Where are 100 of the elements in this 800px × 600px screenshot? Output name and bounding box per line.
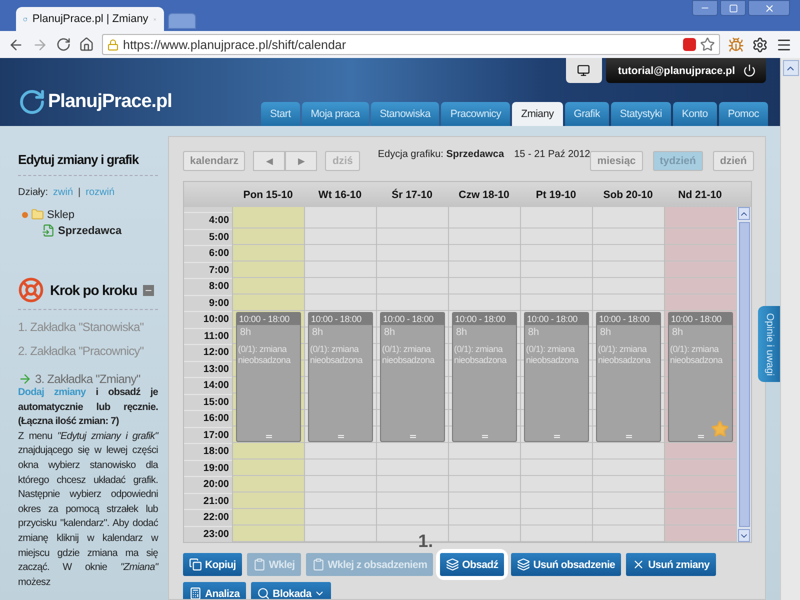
shift-block[interactable]: 10:00 - 18:00 8h (0/1): zmiana nieobsadzona [236,312,301,442]
feedback-tab[interactable]: Opinie i uwagi [758,306,780,382]
page-arrow-icon [42,224,55,237]
previous-button[interactable]: ◀ [253,151,286,171]
shift-time: 10:00 - 18:00 [309,313,372,325]
shift-status: (0/1): zmiana nieobsadzona [381,343,436,366]
browser-tab[interactable]: PlanujPrace.pl | Zmiany [16,7,164,31]
day-header: Pon 15-10 [242,188,294,202]
step-title: 3. Zakładka "Zmiany" [35,372,140,386]
resize-handle[interactable] [698,435,704,438]
resize-handle[interactable] [410,435,416,438]
shift-status: (0/1): zmiana nieobsadzona [309,343,364,366]
shift-status: (0/1): zmiana nieobsadzona [237,343,292,366]
shift-block[interactable]: 10:00 - 18:00 8h (0/1): zmiana nieobsadzona [452,312,517,442]
day-column[interactable]: 10:00 - 18:00 8h (0/1): zmiana nieobsadzona [448,207,520,542]
action-button[interactable]: Obsadź [440,553,504,576]
search-icon [256,587,270,599]
calculator-icon [189,587,202,599]
shift-block[interactable]: 10:00 - 18:00 8h (0/1): zmiana nieobsadzona [668,312,733,442]
shift-duration: 8h [599,326,612,338]
nav-tab[interactable]: Start [261,102,300,126]
layers-icon [446,558,460,571]
display-button[interactable] [566,58,602,83]
address-field[interactable]: https://www.planujprace.pl/shift/calendar [102,34,720,55]
new-tab-button[interactable] [168,13,196,29]
nav-tab[interactable]: Konto [672,102,717,126]
calendar-scrollbar[interactable] [736,207,751,542]
day-column[interactable]: 10:00 - 18:00 8h (0/1): zmiana nieobsadzona [664,207,736,542]
shift-duration: 8h [239,326,252,338]
day-header: Pt 19-10 [534,188,578,202]
view-button[interactable]: miesiąc [590,151,643,171]
day-column[interactable]: 10:00 - 18:00 8h (0/1): zmiana nieobsadzona [232,207,304,542]
resize-handle[interactable] [626,435,632,438]
menu-icon[interactable] [776,36,792,52]
action-button[interactable]: Blokada [250,582,332,599]
lifebuoy-icon [18,277,44,303]
action-button[interactable]: Usuń zmiany [626,553,716,576]
step-description: Z menu "Edytuj zmiany i grafik" znajdującego się w lewej części okna wybierz stanowisko dla którego chcesz układać grafik. Następnie wybierz odpowiedni okres za pomocą strzałek lub przycisku "kalendarz". Aby dodać zmianę kliknij w kalendarz w miejscu gdzie zmiana ma się zacząć. W oknie "Zmiana" możesz [18,430,158,590]
sidebar-title: Edytuj zmiany i grafik [18,152,158,176]
back-icon[interactable] [8,36,24,52]
nav-tab[interactable]: Statystyki [610,102,671,126]
step-title: 2. Zakładka "Pracownicy" [18,344,144,358]
close-button[interactable] [748,0,790,16]
nav-tab[interactable]: Grafik [564,102,609,126]
action-button[interactable]: Analiza [183,582,246,599]
shift-time: 10:00 - 18:00 [525,313,588,325]
nav-tab[interactable]: Pracownicy [441,102,510,126]
tree-item[interactable]: Sklep [47,208,75,220]
shift-duration: 8h [671,326,684,338]
day-column[interactable]: 10:00 - 18:00 8h (0/1): zmiana nieobsadzona [592,207,664,542]
bug-icon[interactable] [728,36,744,52]
day-column[interactable]: 10:00 - 18:00 8h (0/1): zmiana nieobsadzona [304,207,376,542]
resize-handle[interactable] [338,435,344,438]
close-icon [764,2,774,14]
shift-block[interactable]: 10:00 - 18:00 8h (0/1): zmiana nieobsadzona [308,312,373,442]
step-title: 1. Zakładka "Stanowiska" [18,320,144,334]
nav-tab[interactable]: Pomoc [718,102,768,126]
forward-icon[interactable] [32,36,48,52]
shift-block[interactable]: 10:00 - 18:00 8h (0/1): zmiana nieobsadzona [380,312,445,442]
shift-duration: 8h [527,326,540,338]
power-icon[interactable] [743,64,756,77]
layers-icon [517,558,530,571]
collapse-icon[interactable] [143,284,154,296]
shift-block[interactable]: 10:00 - 18:00 8h (0/1): zmiana nieobsadzona [524,312,589,442]
shift-time: 10:00 - 18:00 [453,313,516,325]
settings-icon[interactable] [752,36,768,52]
expand-dot-icon[interactable] [22,212,28,218]
tree-toggle-link[interactable]: rozwiń [86,187,115,198]
nav-tab[interactable]: Stanowiska [370,102,440,126]
shift-block[interactable]: 10:00 - 18:00 8h (0/1): zmiana nieobsadzona [596,312,661,442]
home-icon[interactable] [79,37,94,52]
user-account-button[interactable]: tutorial@planujprace.pl [606,58,766,83]
day-header: Nd 21-10 [677,188,723,202]
tree-item[interactable]: Sprzedawca [58,224,122,236]
day-header: Wt 16-10 [317,188,363,202]
calendar-button[interactable]: kalendarz [183,151,246,171]
action-button[interactable]: Kopiuj [183,553,242,576]
maximize-button[interactable] [720,0,746,16]
next-button[interactable]: ▶ [285,151,318,171]
nav-tab[interactable]: Moja praca [302,102,369,126]
action-button[interactable]: Usuń obsadzenie [511,553,622,576]
reload-icon[interactable] [56,37,71,52]
page-scrollbar[interactable] [780,58,800,600]
add-shifts-link[interactable]: Dodaj zmiany [18,387,86,398]
separator: | [78,187,81,198]
date-range: 15 - 21 Paź 2012 [514,149,590,160]
nav-tab[interactable]: Zmiany [512,102,563,126]
clipboard-icon [312,558,325,571]
resize-handle[interactable] [266,435,272,438]
today-button[interactable]: dziś [325,151,360,171]
tree-toggle-link[interactable]: zwiń [53,187,74,198]
view-button[interactable]: dzień [712,151,754,171]
day-column[interactable]: 10:00 - 18:00 8h (0/1): zmiana nieobsadzona [520,207,592,542]
shift-time: 10:00 - 18:00 [381,313,444,325]
tab-title: PlanujPrace.pl | Zmiany [32,13,148,25]
resize-handle[interactable] [554,435,560,438]
shift-time: 10:00 - 18:00 [669,313,732,325]
bookmark-star-icon[interactable] [700,37,715,52]
resize-handle[interactable] [482,435,488,438]
shift-duration: 8h [455,326,468,338]
